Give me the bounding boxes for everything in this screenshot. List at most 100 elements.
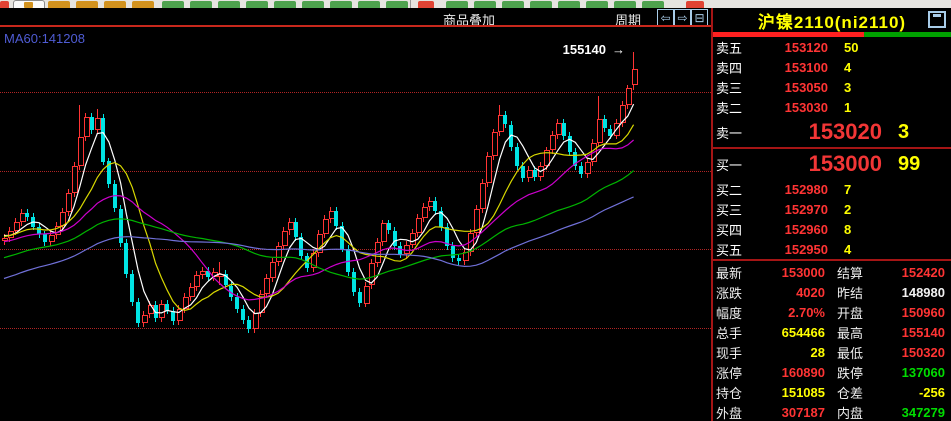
- ask-qty: 1: [844, 100, 851, 115]
- info-value: 148980: [878, 285, 945, 300]
- bid-price: 152980: [770, 182, 828, 197]
- favicon-stub[interactable]: [558, 1, 580, 8]
- info-value: 160890: [757, 365, 825, 380]
- favicon-stub[interactable]: [586, 1, 608, 8]
- info-value: 152420: [878, 265, 945, 280]
- info-label: 涨停: [716, 363, 757, 382]
- ask-row[interactable]: 卖五15312050: [713, 37, 951, 57]
- favicon-stub[interactable]: [530, 1, 552, 8]
- bid-label: 买三: [716, 200, 770, 219]
- info-row: 最新153000 结算152420: [713, 262, 951, 282]
- info-value: 4020: [757, 285, 825, 300]
- info-value: 150960: [878, 305, 945, 320]
- bookmark-button[interactable]: [13, 0, 45, 8]
- ask-row[interactable]: 卖四1531004: [713, 57, 951, 77]
- bid-qty: 4: [844, 242, 851, 257]
- favicon-stub[interactable]: [686, 1, 704, 8]
- bid-row[interactable]: 买四1529608: [713, 219, 951, 239]
- favicon-stub[interactable]: [190, 1, 212, 8]
- forward-arrow-button[interactable]: ⇨: [674, 9, 691, 26]
- quote-panel: 沪镍2110(ni2110) 卖五15312050卖四1531004卖三1530…: [711, 8, 951, 421]
- favicon-stub[interactable]: [418, 1, 434, 8]
- ask-price: 153050: [770, 80, 828, 95]
- ma-line: [4, 197, 634, 279]
- info-label: 结算: [837, 263, 878, 282]
- bid-price: 152970: [770, 202, 828, 217]
- ask-qty: 50: [844, 40, 858, 55]
- info-label: 幅度: [716, 303, 757, 322]
- market-info-grid: 最新153000结算152420涨跌4020昨结148980幅度2.70%开盘1…: [713, 261, 951, 421]
- favicon-stub[interactable]: [474, 1, 496, 8]
- info-value: 307187: [757, 405, 825, 420]
- buy-ratio-segment: [864, 32, 951, 37]
- ma-line: [4, 104, 634, 314]
- ask-label: 卖三: [716, 78, 770, 97]
- info-value: 153000: [757, 265, 825, 280]
- favicon-stub[interactable]: [218, 1, 240, 8]
- ask-row[interactable]: 卖三1530503: [713, 77, 951, 97]
- info-label: 最高: [837, 323, 878, 342]
- ma-lines-overlay: [0, 28, 711, 421]
- favicon-stub[interactable]: [104, 1, 126, 8]
- bid-qty: 99: [898, 153, 920, 176]
- sell-ratio-segment: [713, 32, 864, 37]
- info-row: 涨跌4020昨结148980: [713, 282, 951, 302]
- info-value: -256: [878, 385, 945, 400]
- favicon-stub[interactable]: [642, 1, 664, 8]
- info-value: 2.70%: [757, 305, 825, 320]
- ask-row[interactable]: 卖二1530301: [713, 97, 951, 117]
- bid-label: 买二: [716, 180, 770, 199]
- split-window-button[interactable]: ⊟: [691, 9, 708, 26]
- bid-qty: 7: [844, 182, 851, 197]
- info-value: 654466: [757, 325, 825, 340]
- info-label: 现手: [716, 343, 757, 362]
- strip-divider: [410, 0, 411, 8]
- favicon-stub[interactable]: [614, 1, 636, 8]
- info-label: 昨结: [837, 283, 878, 302]
- ask-qty: 4: [844, 60, 851, 75]
- contract-title-bar: 沪镍2110(ni2110): [713, 8, 951, 32]
- info-value: 155140: [878, 325, 945, 340]
- bid-price: 152960: [770, 222, 828, 237]
- favicon-stub[interactable]: [132, 1, 154, 8]
- info-label: 内盘: [837, 403, 878, 421]
- bid-price: 152950: [770, 242, 828, 257]
- info-value: 137060: [878, 365, 945, 380]
- candlestick-chart[interactable]: MA60:141208 155140→: [0, 28, 711, 421]
- info-label: 最新: [716, 263, 757, 282]
- chart-toolbar: 商品叠加 周期 ⇦ ⇨ ⊟: [0, 8, 711, 26]
- favicon-stub[interactable]: [330, 1, 352, 8]
- favicon-stub[interactable]: [48, 1, 70, 8]
- info-label: 总手: [716, 323, 757, 342]
- bid-row[interactable]: 买二152980 7: [713, 179, 951, 199]
- favicon-stub[interactable]: [274, 1, 296, 8]
- trading-terminal-window: 商品叠加 周期 ⇦ ⇨ ⊟ MA60:141208 155140→ 沪镍2110…: [0, 0, 951, 421]
- favicon-stub[interactable]: [246, 1, 268, 8]
- bid-row[interactable]: 买五152950 4: [713, 239, 951, 259]
- info-row: 总手654466 最高155140: [713, 322, 951, 342]
- bid-row[interactable]: 买三1529702: [713, 199, 951, 219]
- bid-label: 买五: [716, 240, 770, 259]
- favicon-stub[interactable]: [302, 1, 324, 8]
- bid-label: 买一: [716, 155, 770, 174]
- info-label: 跌停: [837, 363, 878, 382]
- ma-line: [4, 171, 634, 280]
- info-row: 现手28最低150320: [713, 342, 951, 362]
- restore-window-icon[interactable]: [928, 11, 946, 28]
- favicon-stub[interactable]: [446, 1, 468, 8]
- info-value: 347279: [878, 405, 945, 420]
- favicon-stub[interactable]: [386, 1, 408, 8]
- bid-levels: 买一15300099买二1529807买三1529702买四1529608买五1…: [713, 149, 951, 259]
- ask-price: 153020: [770, 119, 882, 145]
- favicon-stub[interactable]: [76, 1, 98, 8]
- ask-price: 153100: [770, 60, 828, 75]
- favicon-stub[interactable]: [502, 1, 524, 8]
- favicon-stub[interactable]: [0, 1, 9, 8]
- ask-price: 153030: [770, 100, 828, 115]
- ask-row[interactable]: 卖一1530203: [713, 117, 951, 147]
- bid-price: 153000: [770, 151, 882, 177]
- favicon-stub[interactable]: [162, 1, 184, 8]
- back-arrow-button[interactable]: ⇦: [657, 9, 674, 26]
- favicon-stub[interactable]: [358, 1, 380, 8]
- bid-row[interactable]: 买一153000 99: [713, 149, 951, 179]
